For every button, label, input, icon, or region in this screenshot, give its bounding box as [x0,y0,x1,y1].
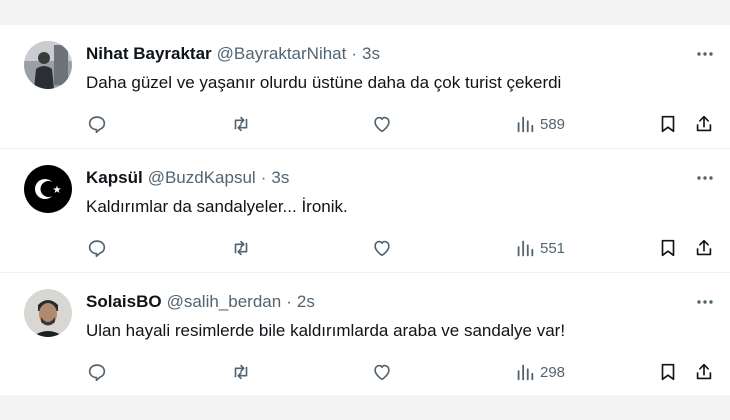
share-button[interactable] [693,235,715,261]
views-icon [517,116,534,133]
tweet-text: Kaldırımlar da sandalyeler... İronik. [86,197,348,216]
separator-dot: · [286,292,292,311]
bookmark-icon [661,363,675,381]
user-handle[interactable]: @BayraktarNihat [217,44,347,64]
views-button[interactable]: 589 [514,111,565,137]
view-count: 589 [540,115,566,133]
retweet-icon [234,364,248,380]
person-photo-icon [24,41,72,89]
views-icon [517,364,534,381]
display-name[interactable]: Nihat Bayraktar [86,44,212,64]
tweet-header: SolaisBO @salih_berdan · 2s [86,291,315,313]
crescent-star-icon [24,165,72,213]
retweet-icon [234,116,248,132]
tweet-actions: 551 [84,235,724,261]
like-icon [374,240,390,257]
bookmark-button[interactable] [657,235,679,261]
retweet-button[interactable] [230,359,252,385]
views-button[interactable]: 298 [514,359,565,385]
like-icon [374,116,390,133]
timestamp[interactable]: 3s [271,168,289,188]
share-icon [696,363,712,380]
tweet-feed: Nihat Bayraktar @BayraktarNihat · 3s Dah… [0,25,730,397]
tweet-text: Daha güzel ve yaşanır olurdu üstüne daha… [86,73,562,92]
user-handle[interactable]: @salih_berdan [167,292,282,312]
tweet[interactable]: SolaisBO @salih_berdan · 2s Ulan hayali … [0,273,730,397]
tweet-header: Nihat Bayraktar @BayraktarNihat · 3s [86,43,380,65]
tweet-actions: 589 [84,111,724,137]
bookmark-icon [661,239,675,257]
like-button[interactable] [371,359,393,385]
display-name[interactable]: SolaisBO [86,292,162,312]
view-count: 298 [540,363,566,381]
avatar[interactable] [24,289,72,337]
share-button[interactable] [693,359,715,385]
separator-dot: · [351,44,358,63]
display-name[interactable]: Kapsül [86,168,143,188]
retweet-button[interactable] [230,111,252,137]
more-icon[interactable] [692,289,718,315]
tweet[interactable]: Kapsül @BuzdKapsul · 3s Kaldırımlar da s… [0,149,730,273]
bookmark-button[interactable] [657,359,679,385]
tweet-header: Kapsül @BuzdKapsul · 3s [86,167,289,189]
views-button[interactable]: 551 [514,235,565,261]
retweet-button[interactable] [230,235,252,261]
reply-button[interactable] [86,235,108,261]
share-icon [696,115,712,132]
avatar[interactable] [24,165,72,213]
tweet-actions: 298 [84,359,724,385]
more-icon[interactable] [692,165,718,191]
screenshot-top-margin [0,0,730,25]
view-count: 551 [540,239,566,257]
timestamp[interactable]: 3s [362,44,380,64]
user-handle[interactable]: @BuzdKapsul [148,168,256,188]
like-button[interactable] [371,111,393,137]
timestamp[interactable]: 2s [297,292,315,312]
bookmark-icon [661,115,675,133]
bookmark-button[interactable] [657,111,679,137]
like-button[interactable] [371,235,393,261]
reply-button[interactable] [86,111,108,137]
reply-button[interactable] [86,359,108,385]
reply-icon [88,364,106,382]
screenshot-bottom-margin [0,395,730,420]
more-icon[interactable] [692,41,718,67]
person-photo-icon [24,289,72,337]
like-icon [374,364,390,381]
avatar[interactable] [24,41,72,89]
share-button[interactable] [693,111,715,137]
views-icon [517,240,534,257]
share-icon [696,239,712,256]
retweet-icon [234,240,248,256]
reply-icon [88,240,106,258]
tweet[interactable]: Nihat Bayraktar @BayraktarNihat · 3s Dah… [0,25,730,149]
separator-dot: · [260,168,267,187]
tweet-text: Ulan hayali resimlerde bile kaldırımlard… [86,321,566,340]
reply-icon [88,116,106,134]
